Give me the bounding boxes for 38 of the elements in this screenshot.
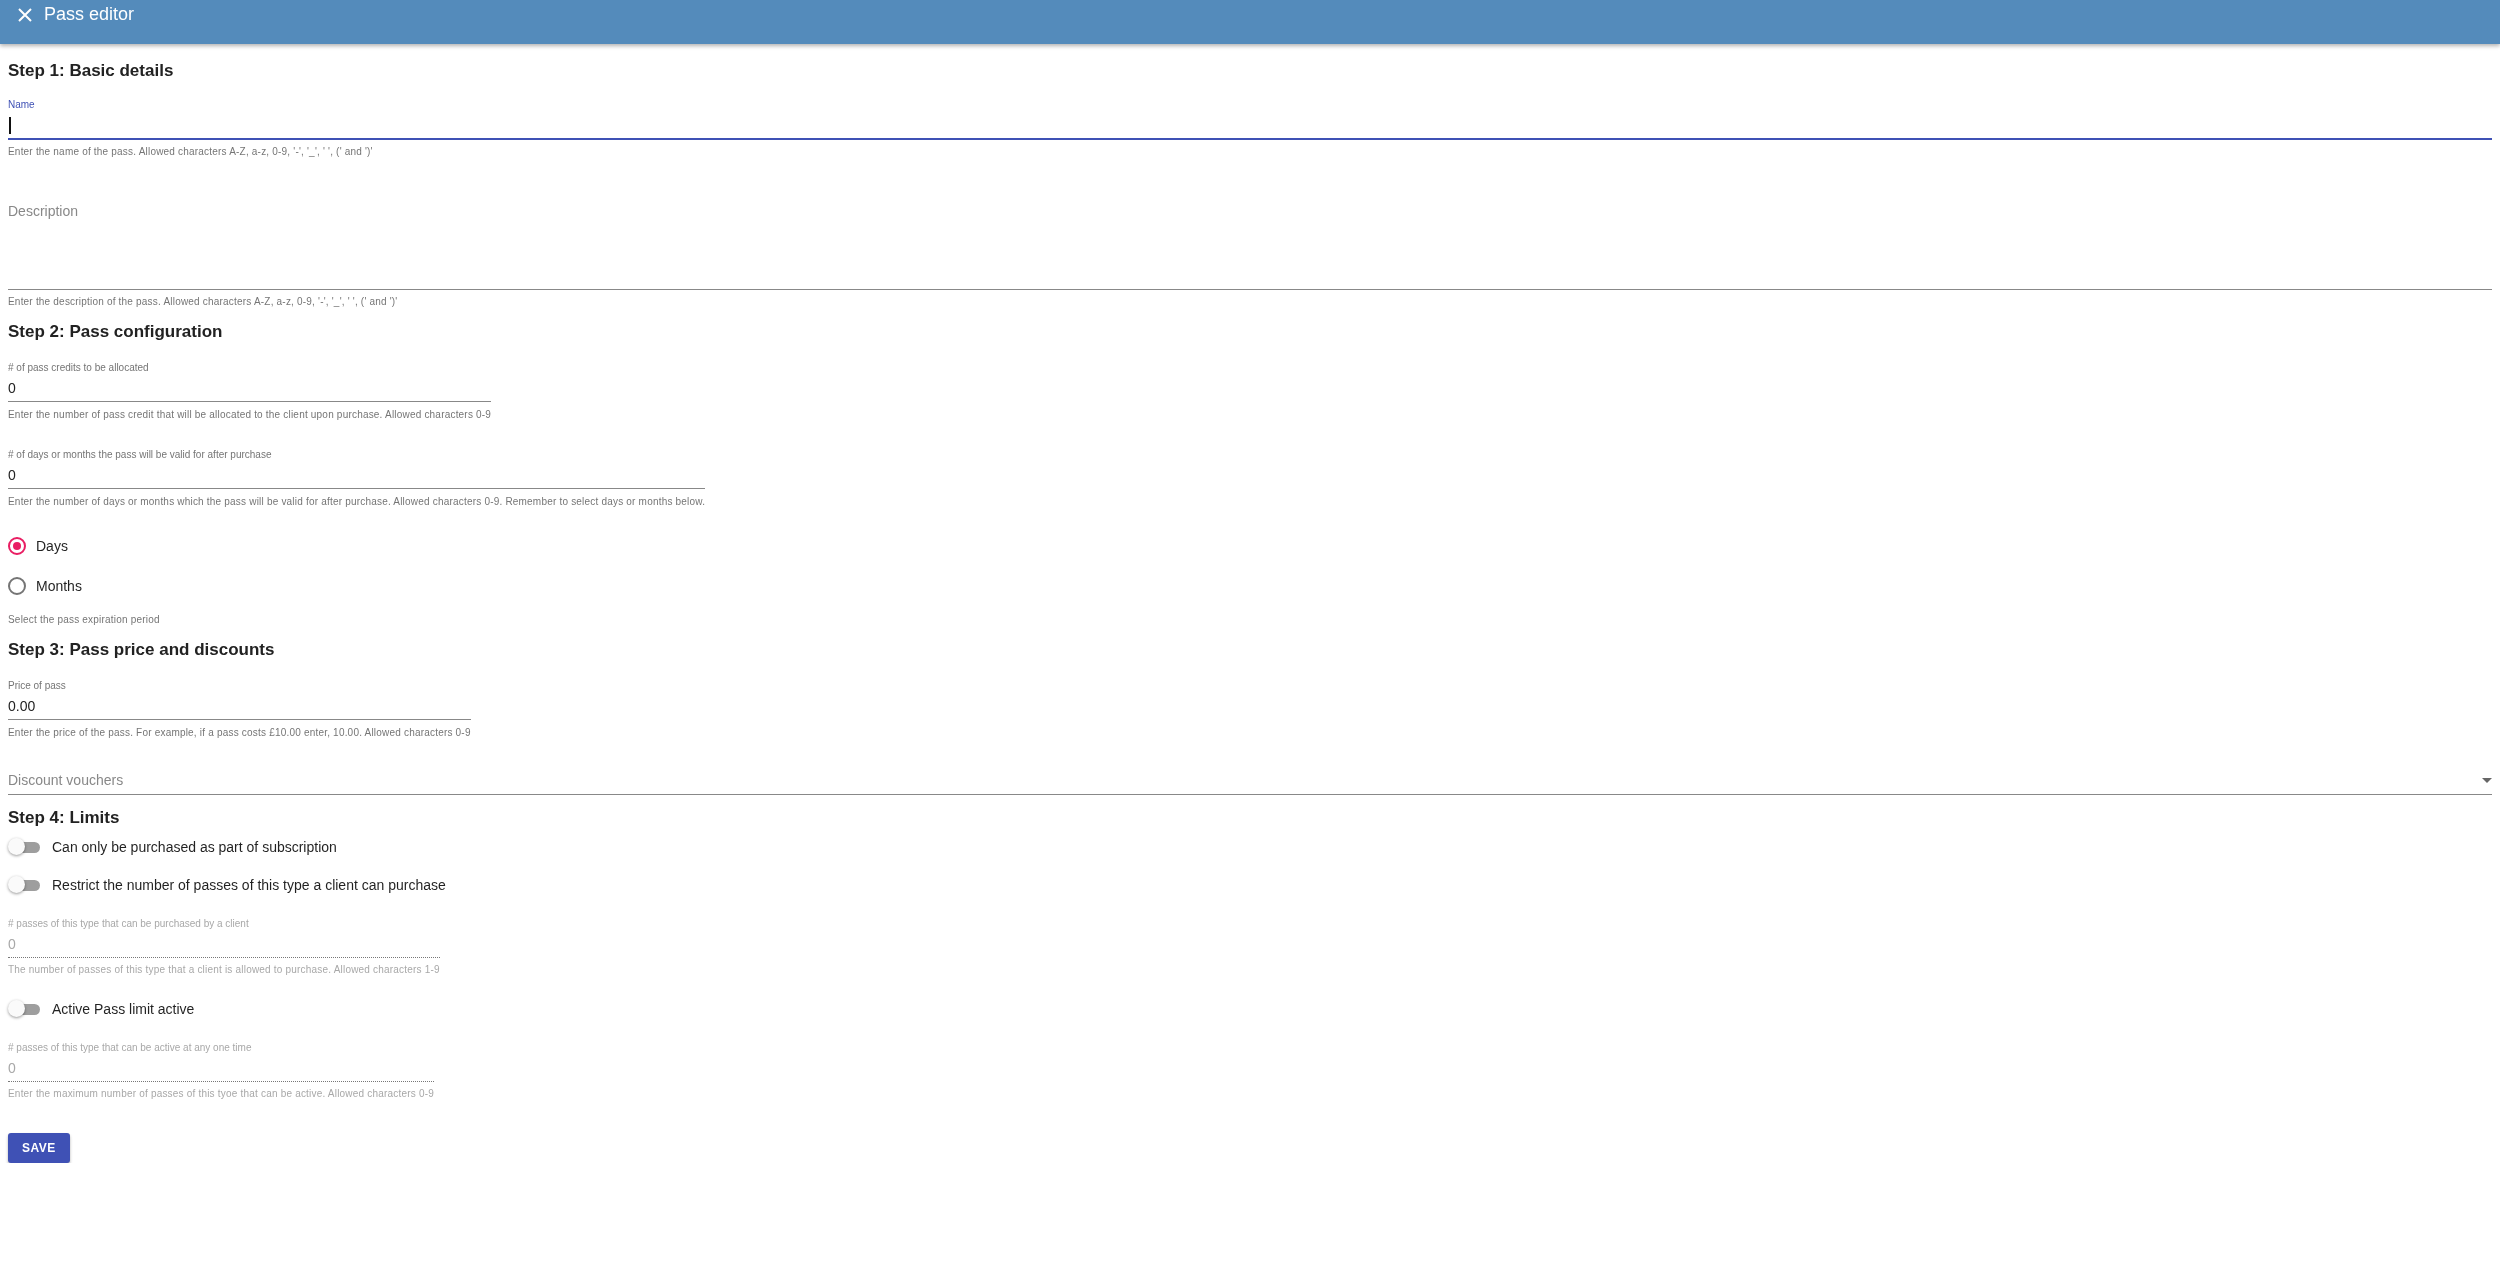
field-label: # of pass credits to be allocated bbox=[8, 361, 150, 375]
close-button[interactable] bbox=[16, 5, 34, 24]
section-heading: Step 4: Limits bbox=[8, 807, 120, 829]
radio-button[interactable] bbox=[8, 577, 26, 595]
window-title: Pass editor bbox=[44, 4, 135, 25]
section-heading: Step 2: Pass configuration bbox=[8, 321, 223, 343]
field-label: # passes of this type that can be purchased by a client bbox=[8, 917, 250, 931]
text-cursor bbox=[9, 117, 11, 134]
field-label: # of days or months the pass will be valid for after purchase bbox=[8, 448, 273, 462]
radio-label: Months bbox=[36, 578, 82, 594]
toggle-switch[interactable] bbox=[8, 837, 42, 857]
radio-label: Days bbox=[36, 538, 68, 554]
section-heading: Step 3: Pass price and discounts bbox=[8, 639, 275, 661]
close-icon bbox=[18, 7, 32, 22]
switch-label: Restrict the number of passes of this type a client can purchase bbox=[52, 877, 446, 893]
helper-text: The number of passes of this type that a client is allowed to purchase. Allowed characters 1-9 bbox=[8, 963, 440, 977]
field-label: Name bbox=[8, 98, 36, 112]
field-label: # passes of this type that can be active at any one time bbox=[8, 1041, 253, 1055]
save-button[interactable]: SAVE bbox=[8, 1133, 70, 1163]
switch-label: Can only be purchased as part of subscription bbox=[52, 839, 337, 855]
field-label: Price of pass bbox=[8, 679, 67, 693]
helper-text: Enter the description of the pass. Allowed characters A-Z, a-z, 0-9, '-', '_', ' ', (' and ')' bbox=[8, 295, 399, 309]
switch-label: Active Pass limit active bbox=[52, 1001, 195, 1017]
input-field[interactable]: 0 bbox=[8, 375, 492, 402]
caret-icon bbox=[2482, 777, 2492, 783]
helper-text: Enter the number of pass credit that will be allocated to the client upon purchase. Allowed characters 0-9 bbox=[8, 408, 492, 422]
radio-button[interactable] bbox=[8, 537, 26, 555]
helper-text: Enter the number of days or months which the pass will be valid for after purchase. Allowed characters 0-9. Remember to select days or months below. bbox=[8, 495, 706, 509]
helper-text: Enter the maximum number of passes of this tyoe that can be active. Allowed characters 0-9 bbox=[8, 1087, 434, 1101]
helper-text: Select the pass expiration period bbox=[8, 613, 160, 627]
helper-text: Enter the price of the pass. For example, if a pass costs £10.00 enter, 10.00. Allowed characters 0-9 bbox=[8, 726, 471, 740]
helper-text: Enter the name of the pass. Allowed characters A-Z, a-z, 0-9, '-', '_', ' ', (' and ')' bbox=[8, 145, 374, 159]
input-field[interactable]: 0 bbox=[8, 462, 706, 489]
select-field[interactable]: Discount vouchers bbox=[8, 766, 2492, 795]
toggle-switch[interactable] bbox=[8, 999, 42, 1019]
toggle-switch[interactable] bbox=[8, 875, 42, 895]
section-heading: Step 1: Basic details bbox=[8, 60, 174, 82]
input-field[interactable]: 0.00 bbox=[8, 693, 471, 720]
